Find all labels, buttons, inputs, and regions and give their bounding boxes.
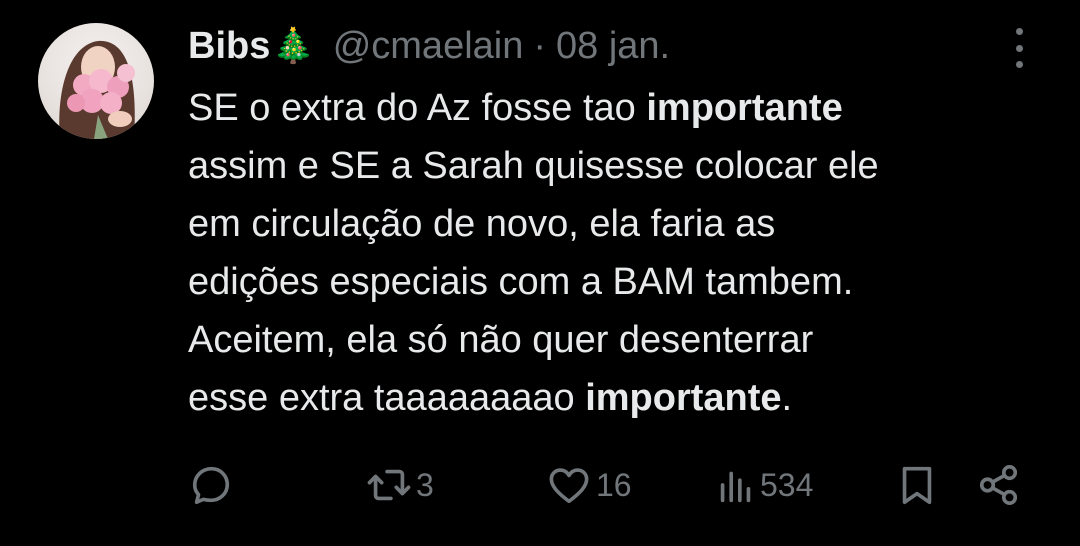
like-count: 16 bbox=[596, 466, 632, 503]
tweet[interactable]: Bibs 🎄 @cmaelain · 08 jan. SE o extra do… bbox=[0, 0, 1080, 546]
views-icon bbox=[720, 471, 751, 503]
tweet-text-line: Aceitem, ela só não quer desenterrar bbox=[188, 319, 814, 361]
action-bar: 3 16 534 bbox=[0, 455, 1080, 515]
tweet-text-line: SE o extra do Az fosse tao importante bbox=[188, 87, 843, 129]
repost-icon bbox=[367, 469, 411, 501]
like-button[interactable]: 16 bbox=[546, 455, 632, 515]
author-name[interactable]: Bibs bbox=[188, 25, 270, 68]
avatar-image bbox=[59, 40, 135, 139]
reply-button[interactable] bbox=[188, 455, 234, 515]
heart-icon bbox=[549, 468, 589, 504]
tweet-text-line: esse extra taaaaaaaao importante. bbox=[188, 377, 793, 419]
tweet-date[interactable]: 08 jan. bbox=[556, 25, 670, 68]
tweet-text-line: em circulação de novo, ela faria as bbox=[188, 203, 776, 245]
reply-icon bbox=[192, 466, 230, 505]
christmas-tree-emoji: 🎄 bbox=[272, 27, 315, 65]
tweet-text-line: edições especiais com a BAM tambem. bbox=[188, 261, 854, 303]
views-button[interactable]: 534 bbox=[716, 455, 813, 515]
more-vertical-icon[interactable] bbox=[1004, 28, 1034, 68]
views-count: 534 bbox=[760, 466, 814, 503]
avatar[interactable] bbox=[38, 23, 154, 139]
tweet-text: SE o extra do Az fosse tao importante as… bbox=[188, 79, 1068, 427]
tweet-header: Bibs 🎄 @cmaelain · 08 jan. bbox=[188, 22, 670, 70]
bold-word: importante bbox=[646, 87, 843, 129]
share-icon bbox=[979, 464, 1018, 506]
bookmark-button[interactable] bbox=[894, 455, 940, 515]
bold-word: importante bbox=[585, 377, 782, 419]
bookmark-icon bbox=[902, 466, 932, 505]
repost-button[interactable]: 3 bbox=[366, 455, 434, 515]
author-handle[interactable]: @cmaelain bbox=[333, 25, 524, 68]
separator-dot: · bbox=[533, 24, 547, 67]
share-button[interactable] bbox=[976, 455, 1022, 515]
repost-count: 3 bbox=[416, 466, 434, 503]
tweet-text-line: assim e SE a Sarah quisesse colocar ele bbox=[188, 145, 879, 187]
